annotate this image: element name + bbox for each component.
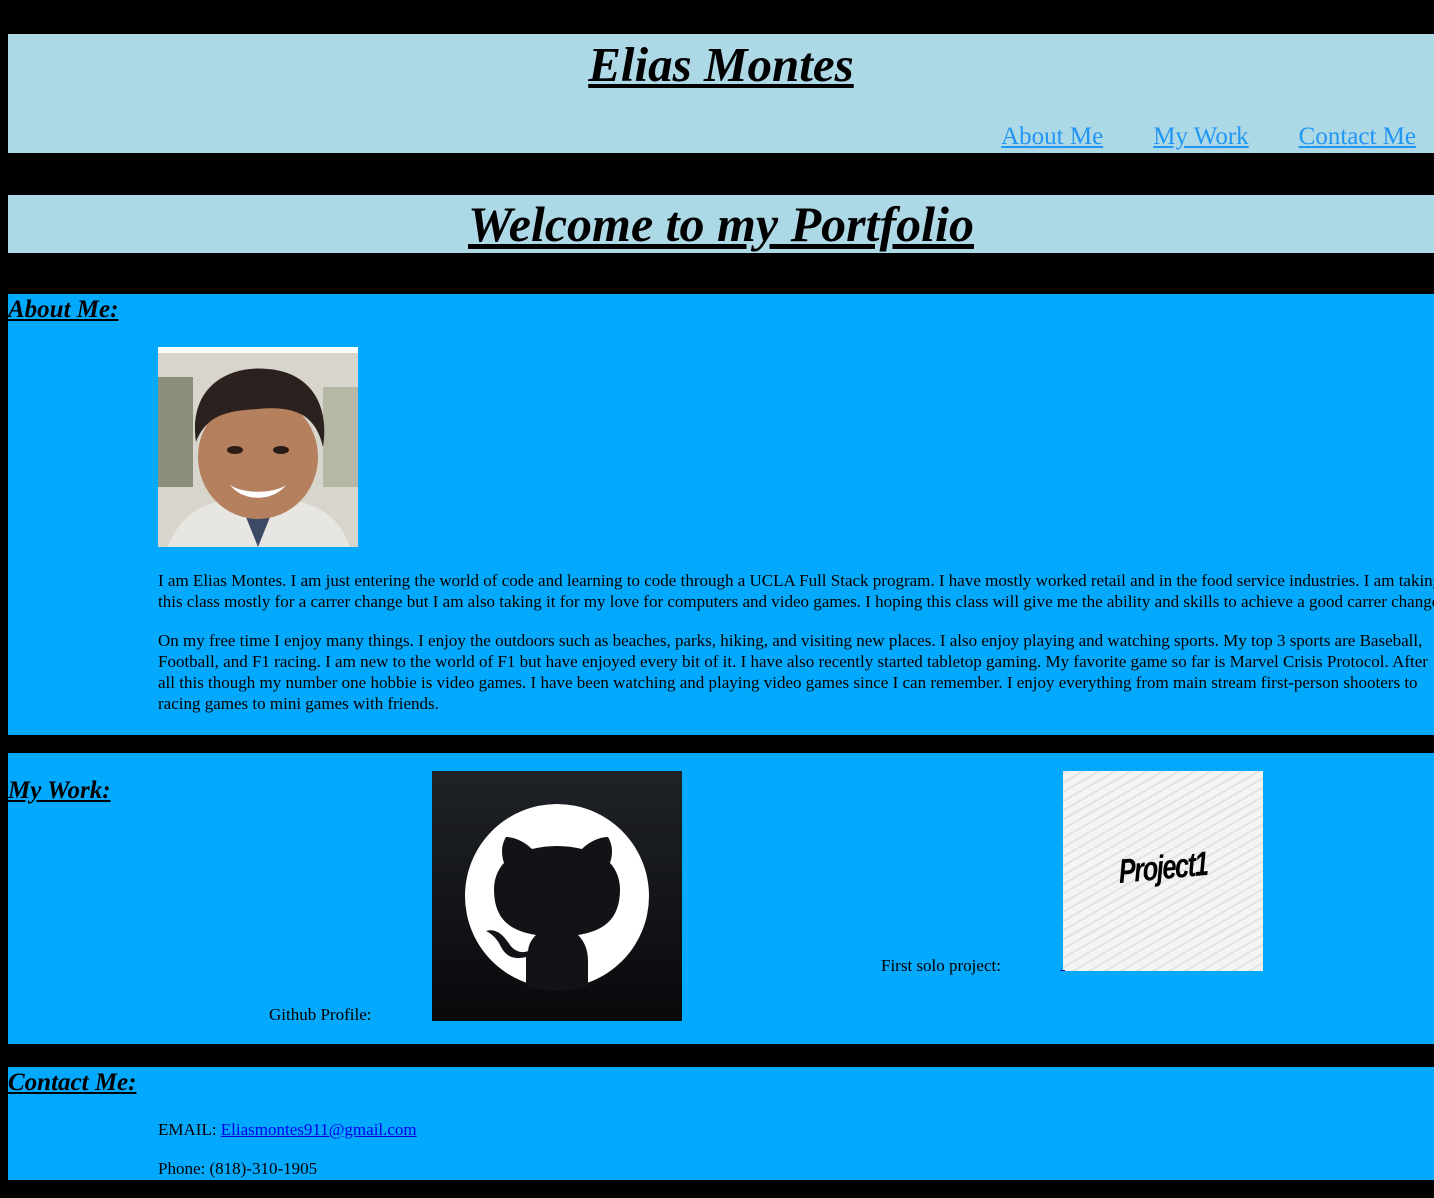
nav-link-contact[interactable]: Contact Me xyxy=(1299,124,1416,149)
about-heading: About Me: xyxy=(8,296,119,323)
work-section: My Work: Github Profile: First solo proj… xyxy=(8,753,1434,1044)
page: Elias Montes About Me My Work Contact Me… xyxy=(0,0,1434,1198)
phone-line: Phone: (818)-310-1905 xyxy=(158,1159,318,1178)
project-thumbnail: Project1 xyxy=(1117,844,1209,892)
github-profile-link[interactable] xyxy=(432,771,682,1021)
project1-link[interactable]: Project1 xyxy=(1063,771,1263,971)
email-line: EMAIL: Eliasmontes911@gmail.com xyxy=(158,1120,417,1140)
profile-photo-icon xyxy=(158,347,358,547)
welcome-banner: Welcome to my Portfolio xyxy=(8,195,1434,253)
nav-link-about[interactable]: About Me xyxy=(1001,124,1103,149)
email-label: EMAIL: xyxy=(158,1120,217,1139)
about-text: I am Elias Montes. I am just entering th… xyxy=(158,570,1434,732)
github-label: Github Profile: xyxy=(269,1005,372,1024)
project-label: First solo project: xyxy=(881,956,1001,975)
email-link[interactable]: Eliasmontes911@gmail.com xyxy=(221,1120,417,1139)
work-heading: My Work: xyxy=(8,777,111,804)
project-link-underline xyxy=(1060,970,1065,971)
contact-section: Contact Me: EMAIL: Eliasmontes911@gmail.… xyxy=(8,1067,1434,1180)
about-paragraph-1: I am Elias Montes. I am just entering th… xyxy=(158,571,1434,611)
welcome-title: Welcome to my Portfolio xyxy=(468,196,974,252)
about-section: About Me: I am Elias Montes. I am just e… xyxy=(8,294,1434,735)
nav-link-work[interactable]: My Work xyxy=(1153,124,1248,149)
about-paragraph-2: On my free time I enjoy many things. I e… xyxy=(158,631,1428,713)
site-title: Elias Montes xyxy=(588,37,854,92)
github-icon xyxy=(432,771,682,1021)
contact-heading: Contact Me: xyxy=(8,1069,137,1096)
main-nav: About Me My Work Contact Me xyxy=(1001,124,1416,149)
site-header: Elias Montes About Me My Work Contact Me xyxy=(8,34,1434,153)
profile-photo xyxy=(158,347,358,547)
